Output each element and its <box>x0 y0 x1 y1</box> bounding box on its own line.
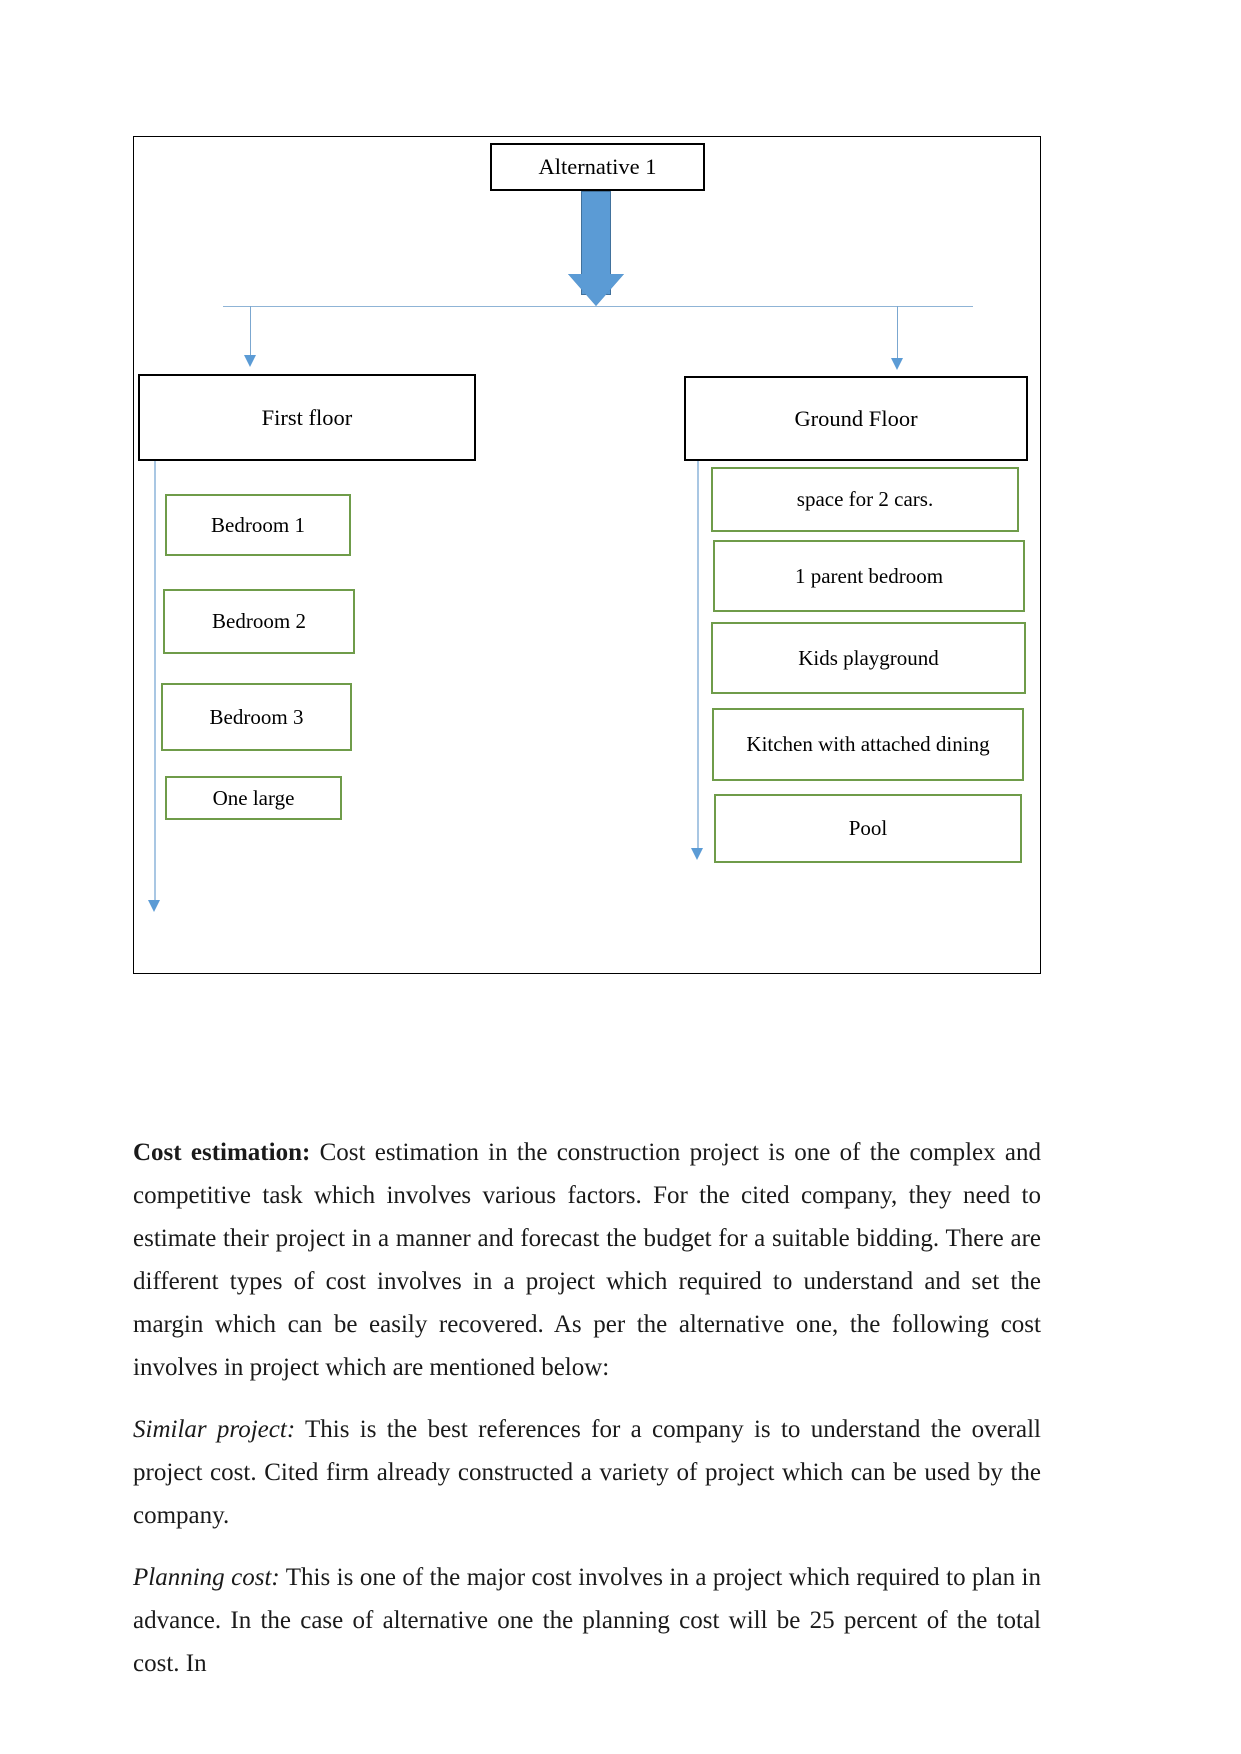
leaf-kitchen-dining[interactable]: Kitchen with attached dining <box>712 708 1024 781</box>
leaf-bedroom-2-label: Bedroom 2 <box>212 609 306 634</box>
paragraph-body-cost-estimation: Cost estimation in the construction proj… <box>133 1139 1041 1381</box>
right-leaf-spine <box>697 461 699 852</box>
node-ground-floor-label: Ground Floor <box>794 405 918 431</box>
leaf-bedroom-3-label: Bedroom 3 <box>209 704 304 729</box>
leaf-kids-playground-label: Kids playground <box>798 645 939 670</box>
branch-rail <box>223 306 973 308</box>
right-branch-line <box>897 306 899 362</box>
left-leaf-spine-arrowhead <box>148 900 160 912</box>
left-branch-line <box>250 306 252 359</box>
leaf-parent-bedroom-label: 1 parent bedroom <box>794 563 944 588</box>
paragraph-planning-cost: Planning cost: This is one of the major … <box>133 1556 1041 1685</box>
paragraph-lead-cost-estimation: Cost estimation: <box>133 1139 311 1166</box>
leaf-space-for-2-cars[interactable]: space for 2 cars. <box>711 467 1019 532</box>
node-first-floor[interactable]: First floor <box>138 374 476 461</box>
leaf-parent-bedroom[interactable]: 1 parent bedroom <box>713 540 1025 612</box>
right-leaf-spine-arrowhead <box>691 848 703 860</box>
leaf-bedroom-1[interactable]: Bedroom 1 <box>165 494 351 556</box>
paragraph-lead-similar-project: Similar project: <box>133 1416 296 1443</box>
node-first-floor-label: First floor <box>261 404 353 430</box>
node-ground-floor[interactable]: Ground Floor <box>684 376 1028 461</box>
leaf-space-for-2-cars-label: space for 2 cars. <box>796 487 934 512</box>
left-branch-arrowhead <box>244 355 256 367</box>
leaf-pool[interactable]: Pool <box>714 794 1022 863</box>
root-arrow-head <box>568 274 624 306</box>
document-page: Alternative 1 First floor Bedroom 1 Bedr… <box>0 0 1241 1754</box>
paragraph-lead-planning-cost: Planning cost: <box>133 1564 280 1591</box>
body-text: Cost estimation: Cost estimation in the … <box>133 1131 1041 1685</box>
leaf-bedroom-2[interactable]: Bedroom 2 <box>163 589 355 654</box>
leaf-one-large-label: One large <box>212 785 295 810</box>
left-leaf-spine <box>154 461 156 904</box>
node-root[interactable]: Alternative 1 <box>490 143 705 191</box>
right-branch-arrowhead <box>891 358 903 370</box>
node-root-label: Alternative 1 <box>538 154 657 180</box>
leaf-one-large[interactable]: One large <box>165 776 342 820</box>
leaf-bedroom-3[interactable]: Bedroom 3 <box>161 683 352 751</box>
leaf-kids-playground[interactable]: Kids playground <box>711 622 1026 694</box>
diagram-container: Alternative 1 First floor Bedroom 1 Bedr… <box>133 136 1041 974</box>
leaf-bedroom-1-label: Bedroom 1 <box>211 512 305 537</box>
paragraph-cost-estimation: Cost estimation: Cost estimation in the … <box>133 1131 1041 1389</box>
paragraph-similar-project: Similar project: This is the best refere… <box>133 1408 1041 1537</box>
leaf-kitchen-dining-label: Kitchen with attached dining <box>746 732 990 757</box>
leaf-pool-label: Pool <box>848 816 888 841</box>
